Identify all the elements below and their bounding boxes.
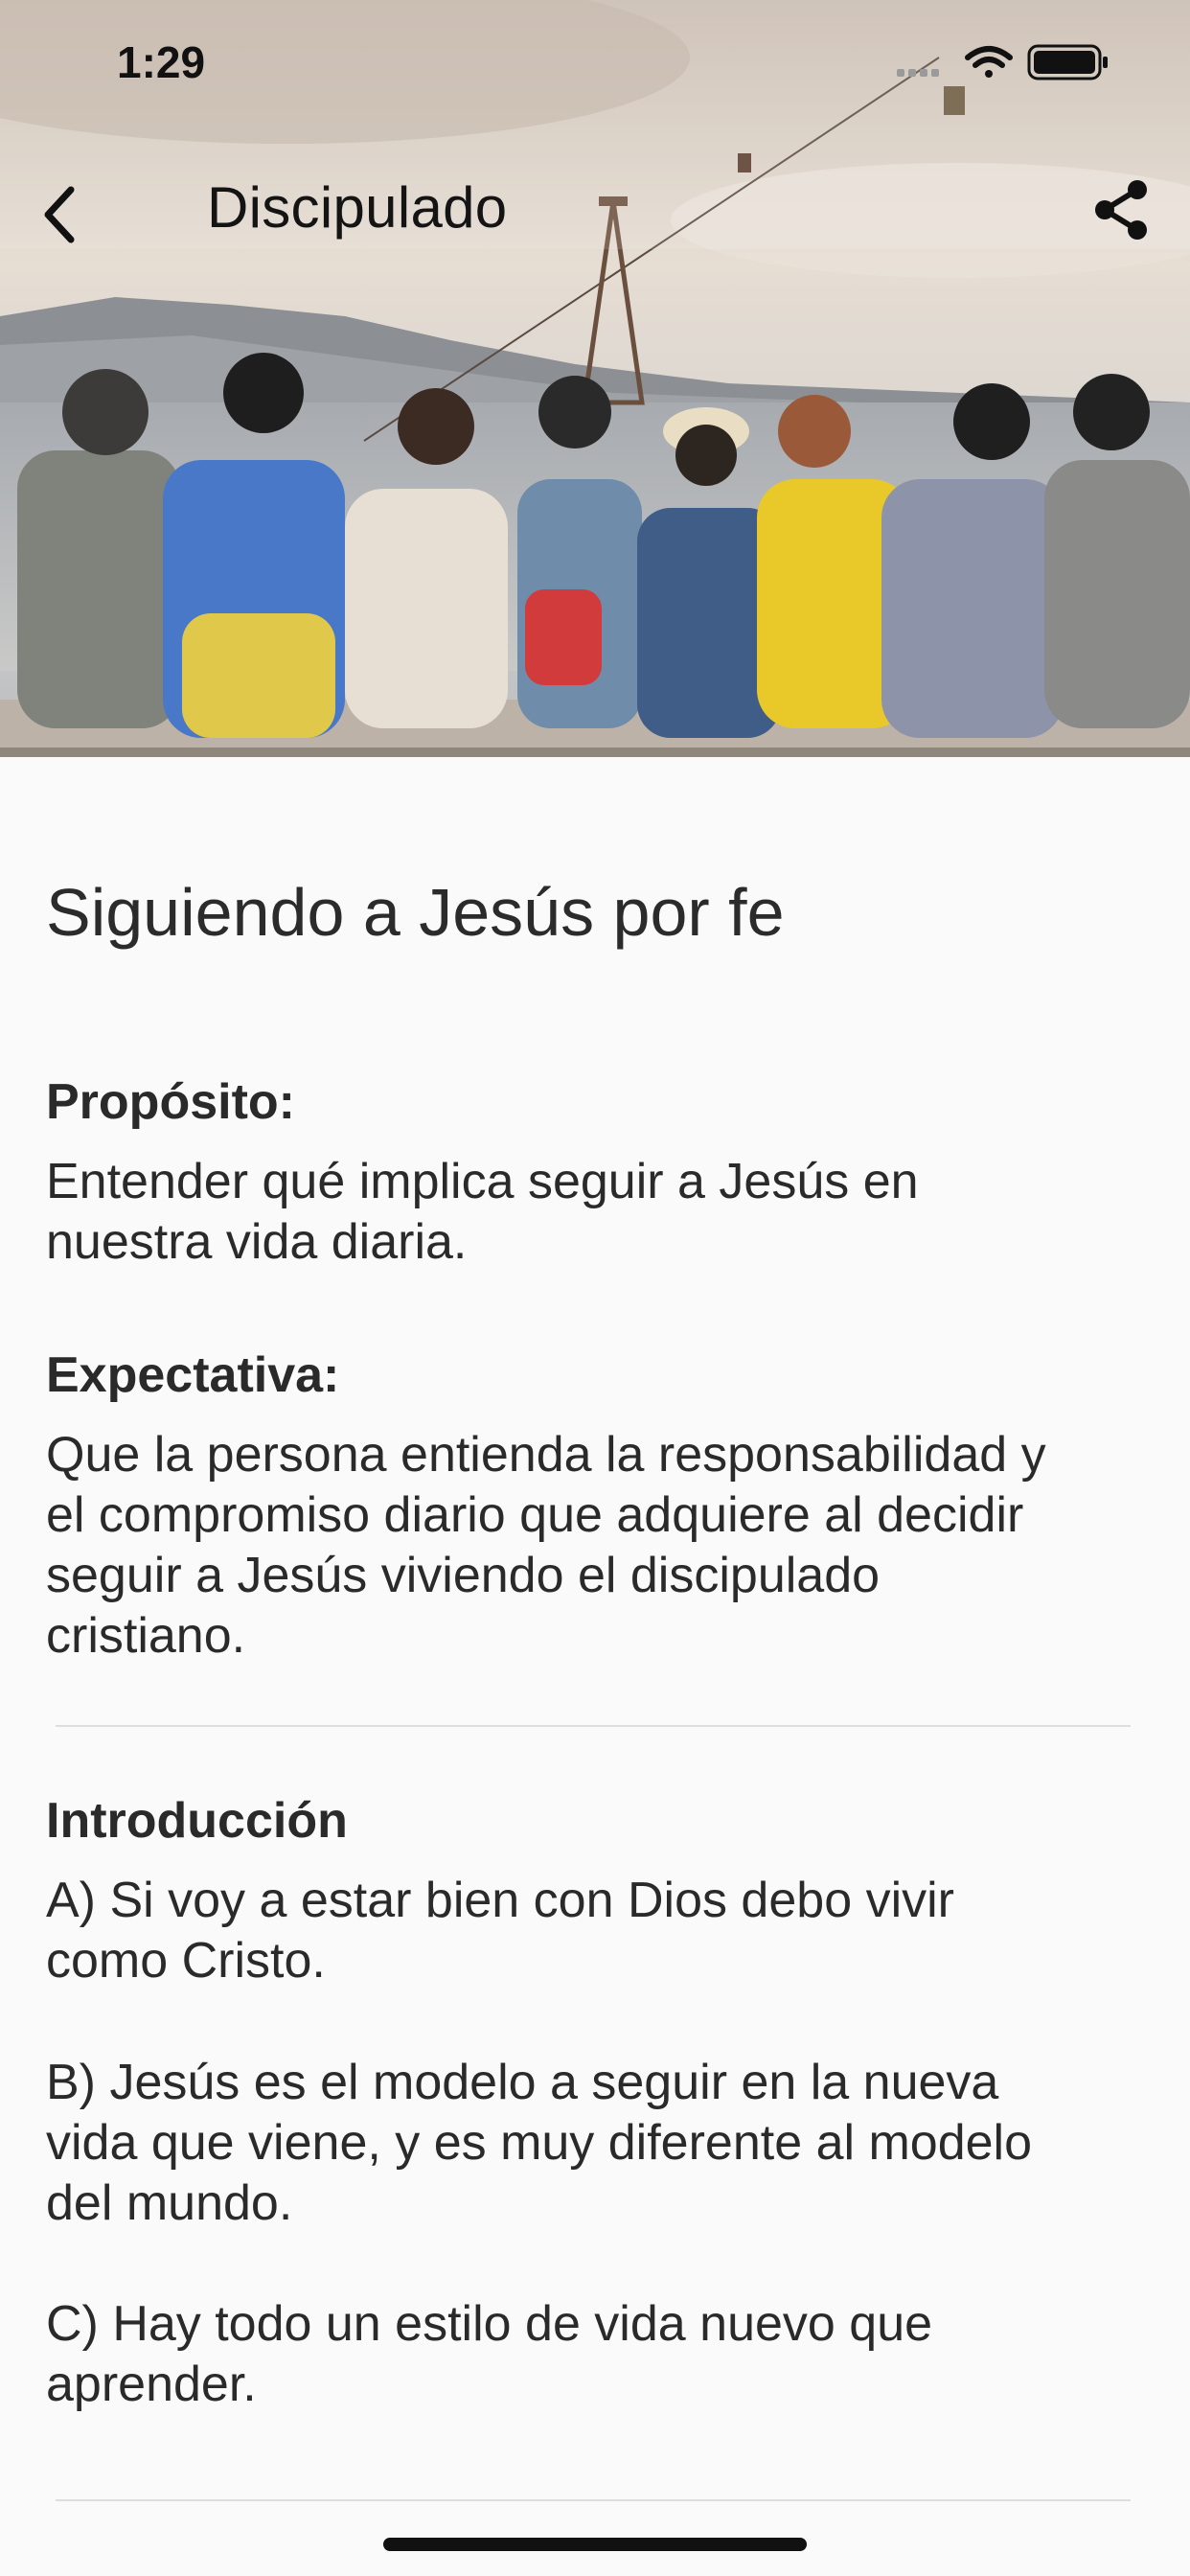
expectation-label: Expectativa: bbox=[46, 1347, 340, 1403]
status-icons bbox=[893, 42, 1123, 80]
text-line: Entender qué implica seguir a Jesús en bbox=[46, 1154, 919, 1209]
text-line: Que la persona entienda la responsabilid… bbox=[46, 1427, 1046, 1483]
text-line: del mundo. bbox=[46, 2175, 293, 2231]
wifi-icon bbox=[965, 46, 1013, 78]
home-indicator[interactable] bbox=[383, 2538, 807, 2551]
share-button[interactable] bbox=[1087, 176, 1155, 243]
share-icon bbox=[1095, 180, 1147, 240]
page-title: Discipulado bbox=[207, 175, 508, 240]
intro-point-a: A) Si voy a estar bien con Dios debo viv… bbox=[46, 1871, 1148, 1991]
lesson-title: Siguiendo a Jesús por fe bbox=[46, 875, 785, 950]
text-line: como Cristo. bbox=[46, 1933, 326, 1989]
divider bbox=[56, 2499, 1131, 2501]
text-line: A) Si voy a estar bien con Dios debo viv… bbox=[46, 1873, 954, 1928]
text-line: aprender. bbox=[46, 2357, 257, 2412]
text-line: seguir a Jesús viviendo el discipulado bbox=[46, 1548, 881, 1603]
text-line: nuestra vida diaria. bbox=[46, 1214, 468, 1270]
intro-point-c: C) Hay todo un estilo de vida nuevo que … bbox=[46, 2294, 1148, 2415]
expectation-text: Que la persona entienda la responsabilid… bbox=[46, 1425, 1148, 1667]
chevron-left-icon bbox=[44, 186, 75, 243]
battery-icon bbox=[1027, 44, 1108, 80]
divider bbox=[56, 1725, 1131, 1727]
text-line: B) Jesús es el modelo a seguir en la nue… bbox=[46, 2055, 999, 2110]
signal-icon bbox=[897, 69, 939, 77]
introduction-label: Introducción bbox=[46, 1793, 348, 1849]
purpose-text: Entender qué implica seguir a Jesús en n… bbox=[46, 1152, 1148, 1273]
text-line: cristiano. bbox=[46, 1608, 246, 1664]
text-line: el compromiso diario que adquiere al dec… bbox=[46, 1487, 1024, 1543]
navigation-bar: Discipulado bbox=[0, 163, 1190, 259]
back-button[interactable] bbox=[34, 172, 92, 249]
text-line: C) Hay todo un estilo de vida nuevo que bbox=[46, 2296, 933, 2352]
purpose-label: Propósito: bbox=[46, 1074, 295, 1130]
intro-point-b: B) Jesús es el modelo a seguir en la nue… bbox=[46, 2053, 1148, 2234]
text-line: vida que viene, y es muy diferente al mo… bbox=[46, 2115, 1033, 2171]
status-time: 1:29 bbox=[117, 37, 206, 87]
status-bar: 1:29 bbox=[0, 0, 1190, 125]
